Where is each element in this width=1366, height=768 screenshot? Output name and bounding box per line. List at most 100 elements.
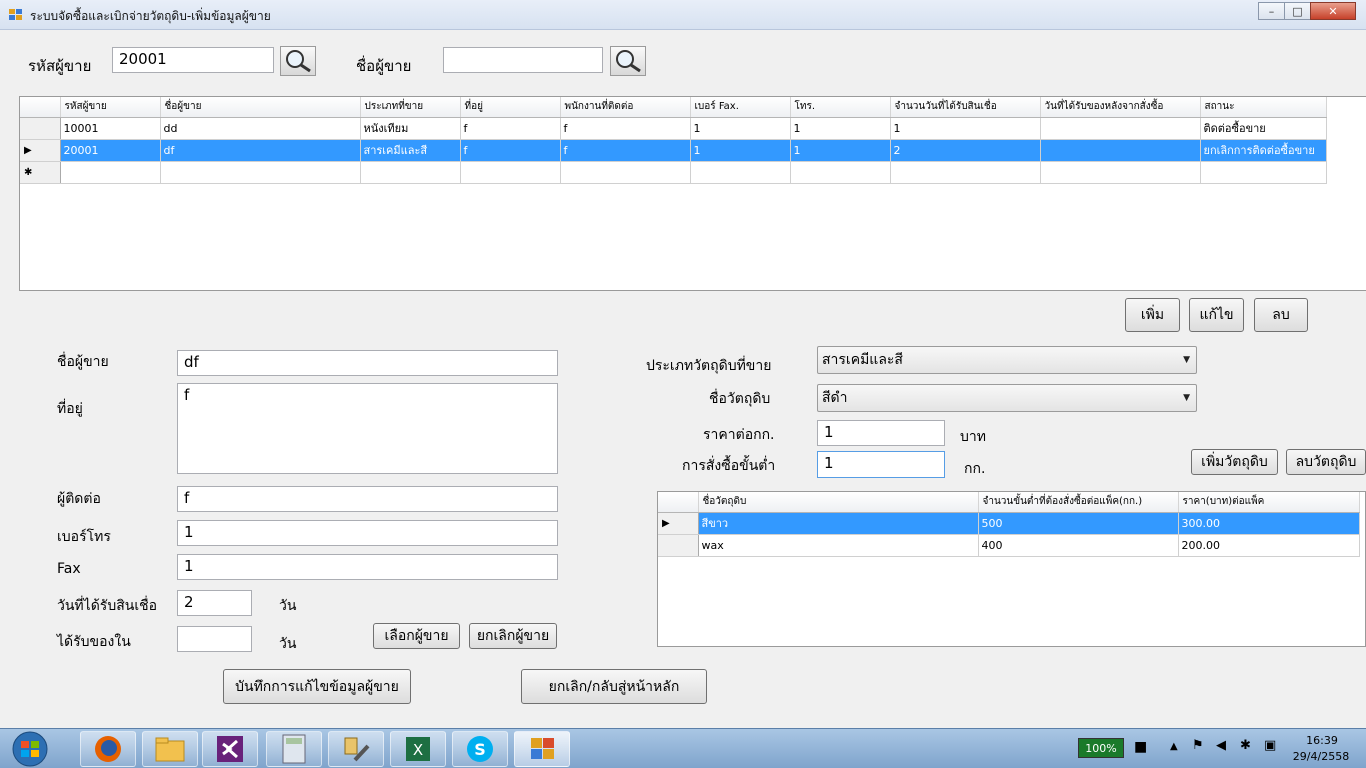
material-type-select[interactable]: สารเคมีและสี ▼ (817, 346, 1197, 374)
min-order-input[interactable]: 1 (817, 451, 945, 478)
column-header[interactable]: ที่อยู่ (460, 97, 561, 118)
clock-date[interactable]: 29/4/2558 (1288, 750, 1354, 763)
address-textarea[interactable]: f (177, 383, 558, 474)
table-cell[interactable]: f (460, 139, 561, 162)
delete-button[interactable]: ลบ (1254, 298, 1308, 332)
taskbar-firefox[interactable] (80, 731, 136, 767)
table-cell[interactable] (60, 161, 161, 184)
credit-days-input[interactable]: 2 (177, 590, 252, 616)
table-cell[interactable] (1040, 117, 1201, 140)
table-cell[interactable]: สารเคมีและสี (360, 139, 461, 162)
tray-expand-icon[interactable]: ▲ (1170, 741, 1178, 752)
minimize-button[interactable]: – (1258, 2, 1285, 20)
table-cell[interactable]: หนังเทียม (360, 117, 461, 140)
table-cell[interactable]: 200.00 (1178, 534, 1360, 557)
row-header[interactable] (658, 534, 699, 557)
table-cell[interactable]: f (460, 117, 561, 140)
table-cell[interactable]: dd (160, 117, 361, 140)
search-name-input[interactable] (443, 47, 603, 73)
table-cell[interactable]: 500 (978, 512, 1179, 535)
table-cell[interactable]: 2 (890, 139, 1041, 162)
table-cell[interactable]: wax (698, 534, 979, 557)
search-code-input[interactable]: 20001 (112, 47, 274, 73)
table-cell[interactable]: ติดต่อซื้อขาย (1200, 117, 1327, 140)
supplier-name-input[interactable]: df (177, 350, 558, 376)
table-cell[interactable]: f (560, 139, 691, 162)
save-changes-button[interactable]: บันทึกการแก้ไขข้อมูลผู้ขาย (223, 669, 411, 704)
flag-icon[interactable]: ⚑ (1192, 738, 1204, 753)
column-header[interactable]: สถานะ (1200, 97, 1327, 118)
taskbar-active-app[interactable] (514, 731, 570, 767)
material-name-select[interactable]: สีดำ ▼ (817, 384, 1197, 412)
table-cell[interactable]: 1 (690, 117, 791, 140)
material-grid[interactable]: ชื่อวัตถุดิบ จำนวนขั้นต่ำที่ต้องสั่งซื้อต… (657, 491, 1366, 647)
column-header[interactable]: ประเภทที่ขาย (360, 97, 461, 118)
table-cell[interactable] (890, 161, 1041, 184)
taskbar-calculator[interactable] (266, 731, 322, 767)
row-header[interactable]: ▶ (20, 139, 61, 162)
taskbar-tools[interactable] (328, 731, 384, 767)
column-header[interactable]: วันที่ได้รับของหลังจากสั่งซื้อ (1040, 97, 1201, 118)
table-cell[interactable]: f (560, 117, 691, 140)
table-cell[interactable]: ยกเลิกการติดต่อซื้อขาย (1200, 139, 1327, 162)
table-cell[interactable] (690, 161, 791, 184)
back-to-main-button[interactable]: ยกเลิก/กลับสู่หน้าหลัก (521, 669, 707, 704)
maximize-button[interactable]: □ (1284, 2, 1311, 20)
volume-icon[interactable]: ◀ (1216, 738, 1226, 753)
column-header[interactable]: ราคา(บาท)ต่อแพ็ค (1178, 492, 1360, 513)
search-code-button[interactable] (280, 46, 316, 76)
table-row[interactable]: 10001 dd หนังเทียม f f 1 1 1 ติดต่อซื้อขาย (20, 117, 1327, 140)
column-header[interactable]: พนักงานที่ติดต่อ (560, 97, 691, 118)
add-button[interactable]: เพิ่ม (1125, 298, 1180, 332)
select-supplier-button[interactable]: เลือกผู้ขาย (373, 623, 460, 649)
close-button[interactable]: ✕ (1310, 2, 1356, 20)
add-material-button[interactable]: เพิ่มวัตถุดิบ (1191, 449, 1278, 475)
table-cell[interactable] (1200, 161, 1327, 184)
table-cell[interactable]: 400 (978, 534, 1179, 557)
table-cell[interactable] (790, 161, 891, 184)
taskbar-excel[interactable]: X (390, 731, 446, 767)
column-header[interactable]: จำนวนขั้นต่ำที่ต้องสั่งซื้อต่อแพ็ค(กก.) (978, 492, 1179, 513)
network-icon[interactable]: ✱ (1240, 738, 1251, 753)
clock-time[interactable]: 16:39 (1296, 734, 1348, 747)
row-header[interactable] (20, 117, 61, 140)
search-name-button[interactable] (610, 46, 646, 76)
table-cell[interactable]: สีขาว (698, 512, 979, 535)
phone-input[interactable]: 1 (177, 520, 558, 546)
taskbar-skype[interactable]: S (452, 731, 508, 767)
column-header[interactable]: ชื่อวัตถุดิบ (698, 492, 979, 513)
column-header[interactable]: ชื่อผู้ขาย (160, 97, 361, 118)
taskbar-explorer[interactable] (142, 731, 198, 767)
cancel-supplier-button[interactable]: ยกเลิกผู้ขาย (469, 623, 557, 649)
table-cell[interactable]: 1 (890, 117, 1041, 140)
table-cell[interactable] (460, 161, 561, 184)
fax-input[interactable]: 1 (177, 554, 558, 580)
row-header[interactable]: ▶ (658, 512, 699, 535)
table-cell[interactable]: 1 (790, 117, 891, 140)
table-row[interactable]: ▶ สีขาว 500 300.00 (658, 512, 1360, 535)
table-cell[interactable]: 1 (790, 139, 891, 162)
delete-material-button[interactable]: ลบวัตถุดิบ (1286, 449, 1366, 475)
table-cell[interactable] (1040, 161, 1201, 184)
table-cell[interactable] (160, 161, 361, 184)
table-row[interactable]: wax 400 200.00 (658, 534, 1360, 557)
table-cell[interactable]: df (160, 139, 361, 162)
column-header[interactable]: โทร. (790, 97, 891, 118)
row-header[interactable]: ✱ (20, 161, 61, 184)
column-header[interactable]: รหัสผู้ขาย (60, 97, 161, 118)
edit-button[interactable]: แก้ไข (1189, 298, 1244, 332)
supplier-grid[interactable]: รหัสผู้ขาย ชื่อผู้ขาย ประเภทที่ขาย ที่อยู่พ… (19, 96, 1366, 291)
column-header[interactable]: จำนวนวันที่ได้รับสินเชื่อ (890, 97, 1041, 118)
table-cell[interactable]: 300.00 (1178, 512, 1360, 535)
taskbar-visual-studio[interactable] (202, 731, 258, 767)
column-header[interactable]: เบอร์ Fax. (690, 97, 791, 118)
price-input[interactable]: 1 (817, 420, 945, 446)
table-cell[interactable]: 10001 (60, 117, 161, 140)
table-cell[interactable]: 20001 (60, 139, 161, 162)
table-cell[interactable] (360, 161, 461, 184)
table-row[interactable]: ✱ (20, 161, 1327, 184)
battery-indicator[interactable]: 100% (1078, 738, 1124, 758)
start-button[interactable] (8, 731, 52, 768)
table-row[interactable]: ▶ 20001 df สารเคมีและสี f f 1 1 2 ยกเลิกการติดต่อ… (20, 139, 1327, 162)
contact-input[interactable]: f (177, 486, 558, 512)
